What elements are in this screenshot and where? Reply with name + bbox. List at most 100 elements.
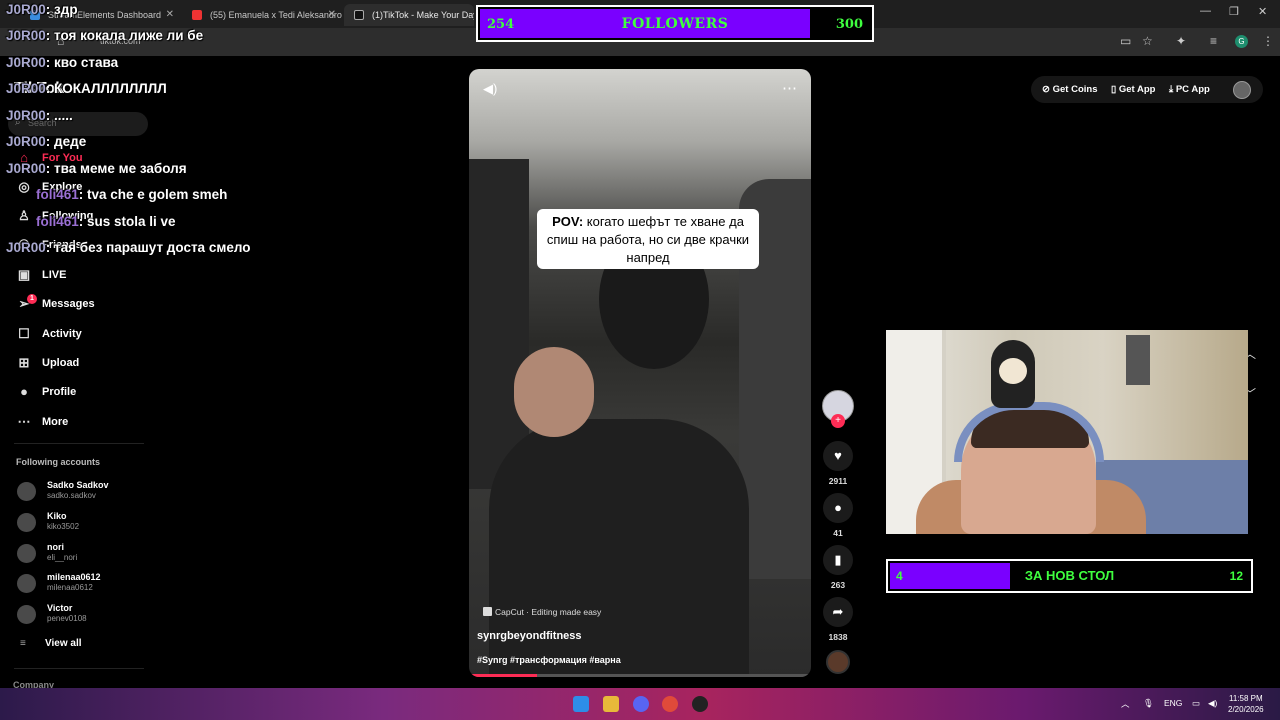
avatar — [17, 513, 36, 532]
goal-title: FOLLOWERS — [621, 16, 729, 32]
followers-goal-widget: 254 FOLLOWERS 300 — [476, 5, 874, 42]
bookmark-icon[interactable]: ▮ — [823, 545, 853, 575]
heart-icon[interactable]: ♥ — [823, 441, 853, 471]
video-hashtags[interactable]: #Synrg #трансформация #варна — [477, 655, 621, 665]
table-goal-widget: 4 ЗА НОВ СТОЛ 12 — [886, 559, 1253, 593]
microphone-icon[interactable]: 🎙 — [1143, 698, 1154, 709]
avatar — [17, 574, 36, 593]
chat-text: : тва меме ме заболя — [45, 161, 187, 176]
get-app-button[interactable]: ▯ Get App — [1111, 84, 1155, 95]
pc-app-button[interactable]: ⤓ PC App — [1169, 84, 1210, 95]
account-item[interactable]: milenaa0612 milenaa0612 — [17, 571, 157, 597]
file-explorer-icon[interactable] — [603, 696, 619, 712]
video-progress-bar[interactable] — [469, 674, 811, 677]
bookmark-star-icon[interactable]: ☆ — [1142, 34, 1153, 48]
chat-message: J0R00: здр — [6, 2, 78, 17]
menu-kebab-icon[interactable]: ⋮ — [1262, 34, 1274, 48]
chat-text: : тоя кокала лиже ли бе — [45, 28, 204, 43]
obs-icon[interactable] — [692, 696, 708, 712]
view-all-label: View all — [45, 638, 82, 649]
nav-upload[interactable]: ⊞ Upload — [14, 352, 80, 374]
follow-plus-icon[interactable]: + — [831, 414, 845, 428]
comment-action[interactable]: ● 41 — [822, 493, 854, 538]
coin-icon: ⊘ — [1042, 84, 1053, 95]
chat-user: J0R00 — [6, 161, 46, 176]
nav-live[interactable]: ▣ LIVE — [14, 264, 67, 286]
capcut-icon — [483, 607, 492, 616]
video-player[interactable]: ◀) ⋯ POV: когато шефът те хване да спиш … — [469, 69, 811, 677]
extensions-icon[interactable]: ✦ — [1176, 34, 1186, 48]
share-action[interactable]: ➦ 1838 — [822, 597, 854, 642]
account-item[interactable]: Sadko Sadkov sadko.sadkov — [17, 479, 157, 505]
nav-profile[interactable]: ● Profile — [14, 381, 76, 403]
user-avatar[interactable] — [1233, 81, 1251, 99]
account-name: milenaa0612 — [47, 572, 101, 582]
nav-more[interactable]: ⋯ More — [14, 411, 69, 433]
minimize-icon[interactable]: — — [1200, 5, 1211, 17]
windows-start-icon[interactable] — [573, 696, 589, 712]
chat-user: J0R00 — [6, 81, 46, 96]
get-coins-button[interactable]: ⊘ Get Coins — [1042, 84, 1097, 95]
tab-label: (1)TikTok - Make Your Day — [372, 10, 474, 20]
account-item[interactable]: nori eli__nori — [17, 541, 157, 567]
restore-icon[interactable]: ❐ — [1229, 5, 1239, 18]
tiktok-icon — [354, 10, 364, 20]
windows-taskbar: ︿ 🎙 ENG ▭ ◀) 11:58 PM 2/20/2026 — [0, 688, 1280, 720]
activity-icon: ☐ — [18, 326, 30, 341]
volume-icon[interactable]: ◀) — [483, 81, 497, 97]
nav-activity[interactable]: ☐ Activity — [14, 323, 82, 345]
media-icon[interactable]: ≡ — [1210, 34, 1217, 48]
chat-message: J0R00: тая без парашут доста смело — [6, 240, 250, 255]
network-icon[interactable]: ▭ — [1192, 698, 1200, 709]
tab-label: (55) Emanuela x Tedi Aleksandrova — [210, 10, 342, 20]
tab-tiktok[interactable]: (1)TikTok - Make Your Day — [344, 4, 474, 26]
chat-text: : тая без парашут доста смело — [45, 240, 251, 255]
chat-user: J0R00 — [6, 240, 46, 255]
avatar — [17, 482, 36, 501]
screen: StreamElements Dashboard ✕ (55) Emanuela… — [0, 0, 1280, 720]
account-item[interactable]: Kiko kiko3502 — [17, 510, 157, 536]
discord-icon[interactable] — [633, 696, 649, 712]
tab-youtube[interactable]: (55) Emanuela x Tedi Aleksandrova ✕ — [182, 4, 342, 26]
chat-message: foli461: sus stola li ve — [36, 214, 176, 229]
capcut-label[interactable]: CapCut · Editing made easy — [483, 607, 601, 617]
sound-avatar[interactable] — [826, 650, 850, 674]
chat-message: foli461: tva che e golem smeh — [36, 187, 227, 202]
more-icon: ⋯ — [17, 414, 31, 429]
nav-label: More — [42, 416, 69, 428]
goal-target: 12 — [1229, 569, 1243, 583]
speaker-icon[interactable]: ◀) — [1208, 698, 1217, 709]
account-handle: milenaa0612 — [47, 583, 93, 592]
chat-message: J0R00: тоя кокала лиже ли бе — [6, 28, 203, 43]
close-icon[interactable]: ✕ — [328, 4, 336, 26]
comment-icon[interactable]: ● — [823, 493, 853, 523]
video-progress-fill — [469, 674, 537, 677]
chrome-icon[interactable] — [662, 696, 678, 712]
view-all-link[interactable]: ≡ View all — [20, 638, 82, 649]
share-icon[interactable]: ➦ — [823, 597, 853, 627]
save-action[interactable]: ▮ 263 — [822, 545, 854, 590]
cast-icon[interactable]: ▭ — [1120, 34, 1131, 48]
chat-text: : tva che e golem smeh — [78, 187, 228, 202]
messages-badge: 1 — [27, 294, 37, 304]
tray-chevron-icon[interactable]: ︿ — [1121, 698, 1130, 710]
chat-text: : КОКАЛЛЛЛЛЛЛЛ — [45, 81, 167, 96]
close-icon[interactable]: ✕ — [166, 4, 174, 26]
video-username[interactable]: synrgbeyondfitness — [477, 630, 582, 642]
chat-user: J0R00 — [6, 28, 46, 43]
language-indicator[interactable]: ENG — [1164, 698, 1182, 708]
phone-icon: ▯ — [1111, 84, 1119, 95]
browser-profile-avatar[interactable]: G — [1235, 35, 1248, 48]
nav-label: LIVE — [42, 269, 67, 281]
following-icon: ♙ — [18, 208, 30, 223]
system-clock[interactable]: 11:58 PM 2/20/2026 — [1228, 693, 1264, 715]
youtube-icon — [192, 10, 202, 20]
account-name: nori — [47, 542, 64, 552]
account-item[interactable]: Victor penev0108 — [17, 602, 157, 628]
like-action[interactable]: ♥ 2911 — [822, 441, 854, 486]
nav-messages[interactable]: ➢ 1 Messages — [14, 293, 95, 315]
close-window-icon[interactable]: ✕ — [1258, 5, 1267, 18]
more-options-icon[interactable]: ⋯ — [782, 79, 797, 97]
top-actions: ⊘ Get Coins ▯ Get App ⤓ PC App — [1031, 76, 1263, 103]
chat-message: J0R00: КОКАЛЛЛЛЛЛЛЛ — [6, 81, 167, 96]
